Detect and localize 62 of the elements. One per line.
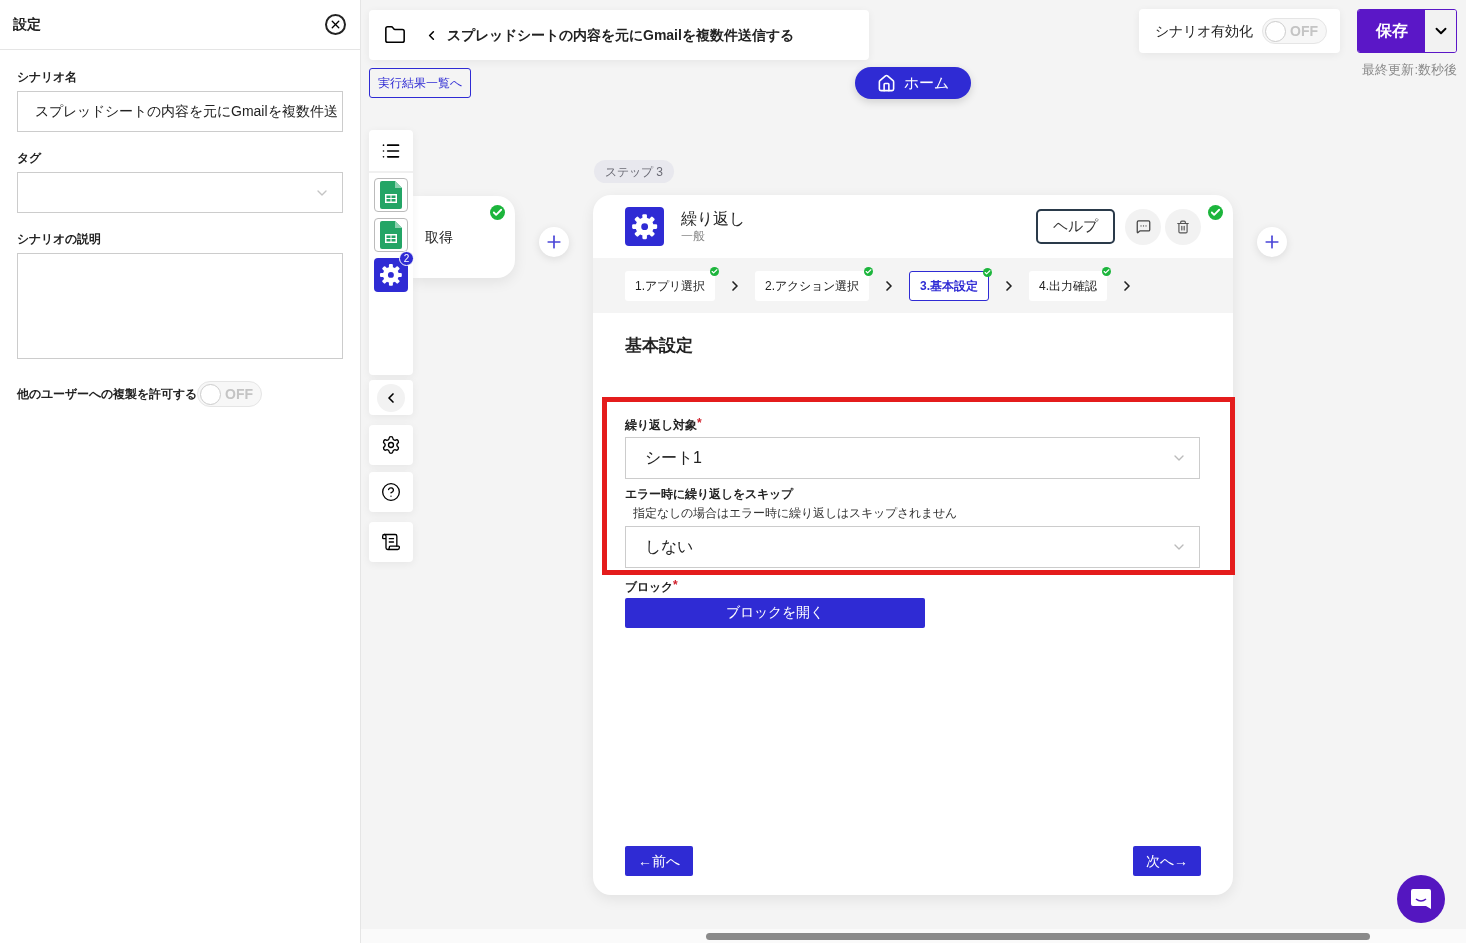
- scroll-icon: [381, 532, 401, 552]
- spreadsheet-icon: [380, 181, 402, 209]
- toggle-label: シナリオ有効化: [1155, 21, 1253, 41]
- scrollbar-thumb[interactable]: [706, 933, 1370, 940]
- horizontal-scrollbar[interactable]: [361, 929, 1466, 943]
- step-button[interactable]: [374, 218, 408, 252]
- field-label: 繰り返し対象: [625, 416, 697, 434]
- open-block-button[interactable]: ブロックを開く: [625, 597, 925, 628]
- field-label: シナリオ名: [17, 69, 78, 86]
- step-subtitle: 一般: [681, 229, 706, 244]
- delete-button[interactable]: [1165, 208, 1201, 245]
- settings-button[interactable]: [369, 425, 413, 465]
- settings-icon: [381, 435, 401, 455]
- spreadsheet-icon: [380, 221, 402, 249]
- field-label: シナリオの説明: [17, 231, 102, 248]
- step-label: ステップ 3: [594, 160, 674, 183]
- last-updated: 最終更新:数秒後: [1362, 61, 1457, 79]
- step-tab[interactable]: 2.アクション選択: [755, 270, 870, 301]
- text-field[interactable]: スプレッドシートの内容を元にGmailを複数件送: [17, 91, 343, 132]
- panel-title: 設定: [13, 15, 41, 34]
- field-label: タグ: [17, 150, 43, 167]
- select-value: しない: [645, 536, 693, 557]
- home-icon: [877, 73, 896, 93]
- previous-button[interactable]: ←前へ: [625, 846, 693, 876]
- node-title: 取得: [425, 227, 453, 247]
- folder-icon[interactable]: [384, 24, 406, 46]
- help-icon: [381, 482, 401, 502]
- step-button[interactable]: [374, 178, 408, 212]
- home-button[interactable]: ホーム: [855, 67, 971, 99]
- select-field[interactable]: シート1: [625, 436, 1200, 479]
- field-hint: 指定なしの場合はエラー時に繰り返しはスキップされません: [632, 504, 958, 522]
- next-button[interactable]: 次へ→: [1133, 846, 1201, 876]
- close-button[interactable]: [325, 14, 346, 35]
- textarea-field[interactable]: [17, 253, 343, 359]
- help-button[interactable]: [369, 472, 413, 512]
- required-mark: *: [697, 415, 702, 430]
- select-field[interactable]: [17, 172, 343, 213]
- required-mark: *: [673, 578, 678, 591]
- toggle-label: 他のユーザーへの複製を許可する: [17, 386, 197, 403]
- add-step-button[interactable]: [539, 227, 569, 257]
- section-title: 基本設定: [624, 335, 694, 357]
- scenario-title: スプレッドシートの内容を元にGmailを複数件送信する: [447, 25, 794, 45]
- chat-icon: [1410, 888, 1432, 910]
- field-label: ブロック: [625, 578, 673, 595]
- results-link[interactable]: 実行結果一覧へ: [369, 68, 471, 98]
- trash-icon: [1176, 219, 1190, 234]
- log-button[interactable]: [369, 522, 413, 562]
- help-button[interactable]: ヘルプ: [1036, 209, 1115, 244]
- close-icon: [329, 18, 342, 31]
- select-value: シート1: [645, 447, 702, 468]
- step-tab[interactable]: 3.基本設定: [909, 270, 990, 301]
- comment-icon: [1135, 219, 1151, 234]
- node-card[interactable]: 取得: [413, 196, 515, 278]
- step-title: 繰り返し: [681, 209, 745, 229]
- chat-button[interactable]: [1397, 875, 1445, 923]
- save-button[interactable]: 保存: [1358, 10, 1425, 52]
- field-label: エラー時に繰り返しをスキップ: [625, 485, 793, 503]
- add-step-button[interactable]: [1257, 227, 1287, 257]
- select-field[interactable]: しない: [625, 525, 1200, 568]
- step-tab[interactable]: 4.出力確認: [1029, 270, 1108, 301]
- collapse-button[interactable]: [377, 383, 405, 412]
- comment-button[interactable]: [1125, 208, 1161, 245]
